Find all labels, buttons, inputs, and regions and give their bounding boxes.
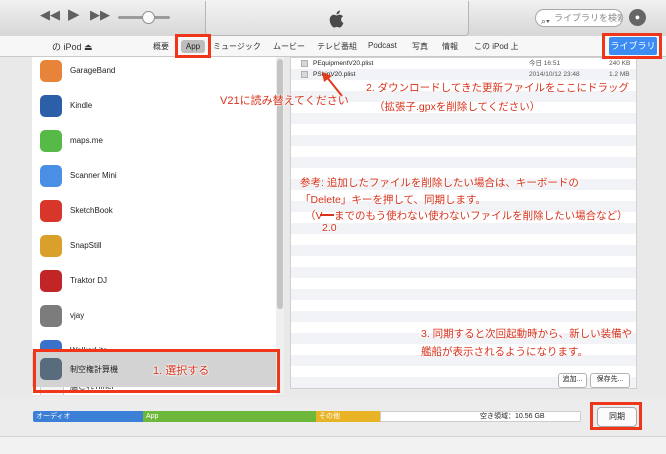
highlight-sync-button: [590, 402, 642, 430]
file-icon: [301, 60, 308, 67]
status-display: [205, 1, 469, 36]
device-name[interactable]: の iPod ⏏: [52, 40, 93, 53]
app-item[interactable]: maps.me: [32, 127, 276, 162]
file-name: PEquipmentV20.plist: [313, 60, 374, 67]
app-item[interactable]: SketchBook: [32, 197, 276, 232]
note-step3: 3. 同期すると次回起動時から、新しい装備や: [421, 328, 633, 340]
note-v21: V21に読み替えてください: [220, 95, 349, 107]
fast-forward-icon[interactable]: ▶▶: [90, 7, 110, 23]
capacity-audio: オーディオ: [33, 411, 143, 422]
file-size: 1.2 MB: [609, 71, 630, 78]
note-ref-line3: までのもう使わない使わないファイルを削除したい場合など）: [334, 210, 628, 222]
strikethrough-mark: [320, 208, 334, 216]
app-icon: [40, 235, 62, 257]
app-icon: [40, 200, 62, 222]
rewind-icon[interactable]: ◀◀: [40, 7, 60, 23]
note-step3-sub: 艦船が表示されるようになります。: [421, 346, 588, 358]
app-item[interactable]: Traktor DJ: [32, 267, 276, 302]
file-date: 今日 16:51: [529, 60, 561, 67]
tab-photos[interactable]: 写真: [412, 41, 428, 52]
tab-movies[interactable]: ムービー: [273, 41, 305, 52]
note-step2-sub: （拡張子.gpxを削除してください）: [374, 101, 541, 113]
tab-on-this-ipod[interactable]: この iPod 上: [474, 41, 518, 52]
note-ref-line2: 「Delete」キーを押して、同期します。: [300, 194, 486, 206]
microphone-icon[interactable]: ●: [629, 9, 646, 26]
search-icon: ⌕▾: [541, 16, 550, 26]
app-icon: [40, 130, 62, 152]
capacity-bar: オーディオ App その他 空き領域：10.56 GB: [33, 411, 581, 422]
add-file-button[interactable]: 追加...: [558, 373, 587, 388]
bottom-strip: [0, 436, 666, 454]
search-placeholder: ライブラリを検索: [554, 13, 623, 23]
tab-summary[interactable]: 概要: [153, 41, 169, 52]
file-row[interactable]: PEquipmentV20.plist 今日 16:51 240 KB: [291, 58, 636, 69]
note-step2: 2. ダウンロードしてきた更新ファイルをここにドラッグ: [366, 82, 630, 94]
tab-podcast[interactable]: Podcast: [368, 41, 397, 50]
tab-music[interactable]: ミュージック: [213, 41, 261, 52]
app-name: SnapStill: [70, 241, 102, 250]
app-icon: [40, 270, 62, 292]
app-name: GarageBand: [70, 66, 116, 75]
capacity-other: その他: [316, 411, 380, 422]
apple-logo-icon: [329, 10, 344, 28]
app-icon: [40, 60, 62, 82]
app-item[interactable]: GarageBand: [32, 57, 276, 92]
app-name: SketchBook: [70, 206, 113, 215]
note-step1: 1. 選択する: [153, 365, 210, 377]
save-to-button[interactable]: 保存先...: [590, 373, 630, 388]
app-item[interactable]: Scanner Mini: [32, 162, 276, 197]
tab-tv-shows[interactable]: テレビ番組: [317, 41, 357, 52]
app-icon: [40, 95, 62, 117]
volume-knob[interactable]: [142, 11, 155, 24]
toolbar: ◀◀ ▶ ▶▶ ⌕▾ ライブラリを検索 ●: [0, 0, 666, 37]
note-ref-line4: 2.0: [322, 222, 337, 234]
app-name: Traktor DJ: [70, 276, 108, 285]
highlight-app-tab: [175, 34, 211, 58]
app-item[interactable]: SnapStill: [32, 232, 276, 267]
app-name: Kindle: [70, 101, 93, 110]
app-icon: [40, 165, 62, 187]
highlight-library-button: [602, 33, 662, 59]
app-name: vjay: [70, 311, 85, 320]
file-size: 240 KB: [609, 60, 631, 67]
capacity-app: App: [143, 411, 316, 422]
free-space-label: 空き領域：10.56 GB: [480, 413, 545, 420]
search-input[interactable]: ⌕▾ ライブラリを検索: [535, 9, 623, 27]
app-icon: [40, 305, 62, 327]
play-icon[interactable]: ▶: [68, 5, 80, 23]
file-icon: [301, 71, 308, 78]
app-name: maps.me: [70, 136, 103, 145]
app-name: Scanner Mini: [70, 171, 117, 180]
tab-info[interactable]: 情報: [442, 41, 458, 52]
tab-bar: の iPod ⏏ 概要 App ミュージック ムービー テレビ番組 Podcas…: [0, 36, 666, 57]
note-ref-line1: 参考: 追加したファイルを削除したい場合は、キーボードの: [300, 177, 579, 189]
file-date: 2014/10/12 23:48: [529, 71, 580, 78]
